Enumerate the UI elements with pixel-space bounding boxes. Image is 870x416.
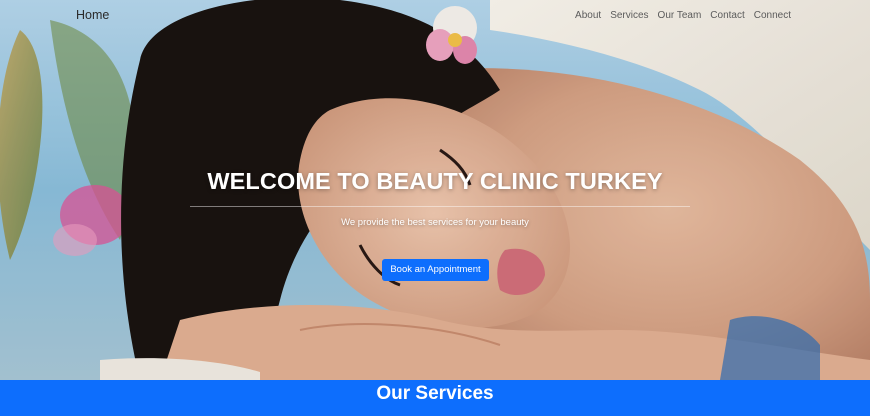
hero-section: Home About Services Our Team Contact Con… [0,0,870,380]
nav-link-connect[interactable]: Connect [754,10,791,21]
services-heading: Our Services [376,383,494,404]
services-section: Our Services [0,380,870,416]
nav-link-services[interactable]: Services [610,10,648,21]
navbar: Home About Services Our Team Contact Con… [0,0,870,32]
hero-title: WELCOME TO BEAUTY CLINIC TURKEY [207,168,663,194]
nav-link-our-team[interactable]: Our Team [658,10,702,21]
nav-link-contact[interactable]: Contact [710,10,744,21]
nav-home-link[interactable]: Home [76,8,109,22]
book-appointment-button[interactable]: Book an Appointment [382,259,489,281]
nav-links: About Services Our Team Contact Connect [575,10,791,21]
hero-subtitle: We provide the best services for your be… [341,217,529,228]
hero-divider [190,206,690,207]
nav-link-about[interactable]: About [575,10,601,21]
